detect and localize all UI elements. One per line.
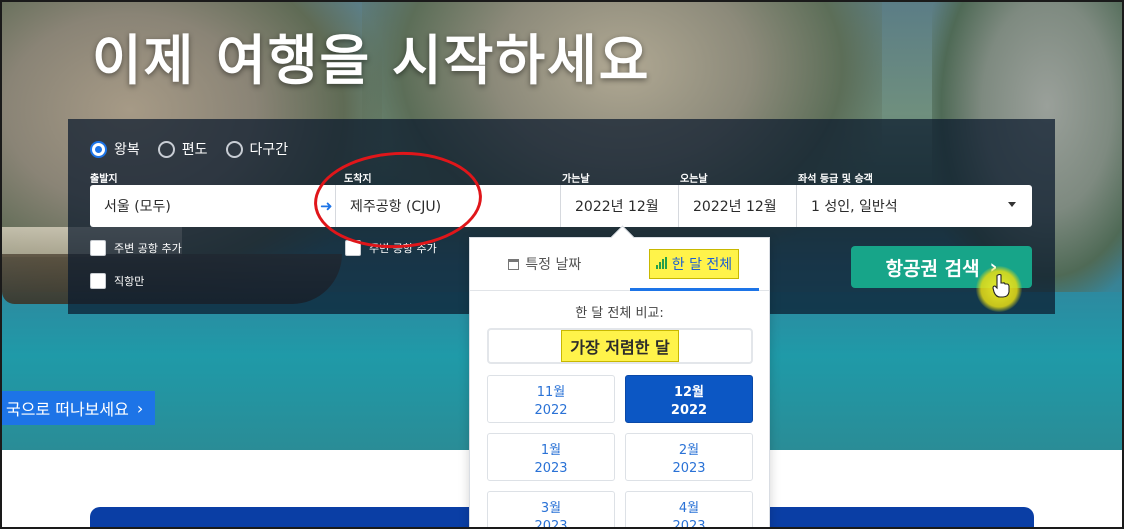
origin-label: 출발지: [90, 174, 118, 185]
cheapest-month-option[interactable]: 가장 저렴한 달: [487, 328, 753, 364]
month-year: 2022: [670, 402, 708, 418]
depart-label: 가는날: [562, 174, 590, 185]
month-name: 12월: [673, 384, 705, 400]
trip-type-label: 편도: [181, 142, 208, 158]
promo-tab[interactable]: 국으로 떠나보세요 ›: [2, 391, 156, 425]
month-name: 2월: [678, 442, 700, 458]
trip-type-multicity[interactable]: 다구간: [225, 139, 289, 159]
highlight-annotation: 한 달 전체: [649, 249, 740, 279]
return-label: 오는날: [680, 174, 708, 185]
destination-input[interactable]: 제주공항 (CJU): [336, 185, 561, 227]
destination-label: 도착지: [344, 174, 372, 185]
tab-label: 특정 날짜: [525, 257, 582, 273]
checkbox-icon: [345, 240, 361, 256]
arrow-right-icon: ➜: [320, 197, 333, 215]
cheapest-month-label: 가장 저렴한 달: [561, 330, 679, 362]
checkbox-label: 주변 공항 추가: [369, 242, 437, 255]
nearby-destination-checkbox[interactable]: 주변 공항 추가: [345, 240, 437, 256]
promo-tab-label: 국으로 떠나보세요: [6, 400, 129, 419]
month-option-selected[interactable]: 12월 2022: [625, 375, 753, 423]
tab-label: 한 달 전체: [671, 257, 733, 273]
hero-headline: 이제 여행을 시작하세요: [92, 29, 651, 92]
tab-specific-date[interactable]: 특정 날짜: [470, 238, 620, 290]
month-option[interactable]: 2월 2023: [625, 433, 753, 481]
date-picker-popover: 특정 날짜 한 달 전체 한 달 전체 비교: 가장 저렴한 달 11월 202…: [469, 237, 770, 529]
month-option[interactable]: 3월 2023: [487, 491, 615, 529]
tab-whole-month[interactable]: 한 달 전체: [620, 238, 770, 291]
hand-pointer-icon: [992, 274, 1010, 298]
month-year: 2023: [534, 460, 568, 476]
trip-type-oneway[interactable]: 편도: [157, 139, 208, 159]
month-option[interactable]: 1월 2023: [487, 433, 615, 481]
month-name: 11월: [536, 384, 566, 400]
calendar-icon: [508, 258, 520, 270]
caret-down-icon: [1008, 202, 1016, 207]
checkbox-label: 직항만: [114, 275, 145, 288]
trip-type-label: 왕복: [114, 142, 140, 158]
month-year: 2022: [534, 402, 568, 418]
origin-value: 서울 (모두): [104, 199, 171, 215]
return-value: 2022년 12월: [693, 199, 777, 215]
depart-value: 2022년 12월: [575, 199, 659, 215]
trip-type-label: 다구간: [249, 142, 289, 158]
direct-only-checkbox[interactable]: 직항만: [90, 273, 144, 289]
month-year: 2023: [534, 518, 568, 529]
bar-chart-icon: [656, 257, 668, 269]
trip-type-roundtrip[interactable]: 왕복: [90, 139, 140, 159]
chevron-right-icon: ›: [136, 398, 144, 418]
checkbox-icon: [90, 273, 106, 289]
nearby-origin-checkbox[interactable]: 주변 공항 추가: [90, 240, 182, 256]
month-option[interactable]: 4월 2023: [625, 491, 753, 529]
month-option[interactable]: 11월 2022: [487, 375, 615, 423]
radio-unchecked-icon: [225, 140, 243, 158]
search-button-label: 항공권 검색: [885, 257, 980, 280]
month-name: 4월: [678, 500, 700, 516]
month-name: 1월: [540, 442, 562, 458]
trip-type-group: 왕복 편도 다구간: [90, 139, 288, 159]
cabin-value: 1 성인, 일반석: [811, 199, 898, 215]
cabin-label: 좌석 등급 및 승객: [798, 174, 873, 185]
month-year: 2023: [672, 460, 706, 476]
depart-date-input[interactable]: 2022년 12월: [561, 185, 679, 227]
return-date-input[interactable]: 2022년 12월: [679, 185, 797, 227]
origin-input[interactable]: 서울 (모두): [90, 185, 336, 227]
checkbox-label: 주변 공항 추가: [114, 242, 182, 255]
radio-checked-icon: [90, 140, 107, 158]
month-name: 3월: [540, 500, 562, 516]
page-frame: 이제 여행을 시작하세요 왕복 편도 다구간 출발지 도착지 가는날 오는날 좌…: [0, 0, 1124, 529]
radio-unchecked-icon: [157, 140, 175, 158]
cabin-passenger-select[interactable]: 1 성인, 일반석: [797, 185, 1032, 227]
month-year: 2023: [672, 518, 706, 529]
destination-value: 제주공항 (CJU): [350, 199, 442, 215]
date-mode-tabs: 특정 날짜 한 달 전체: [470, 238, 769, 291]
checkbox-icon: [90, 240, 106, 256]
compare-label: 한 달 전체 비교:: [575, 306, 664, 321]
